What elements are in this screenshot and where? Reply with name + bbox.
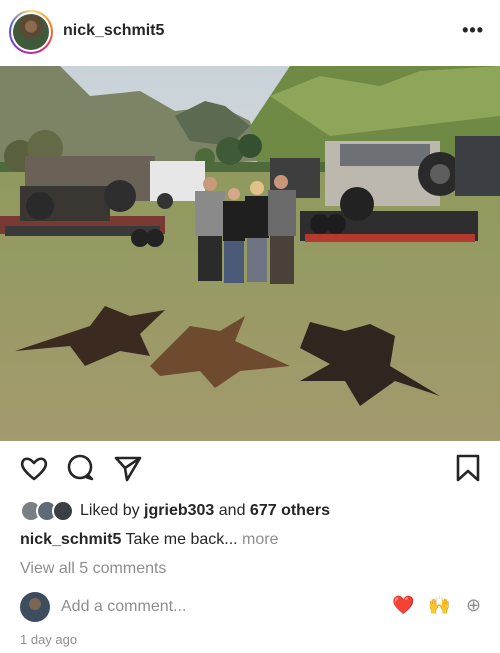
post-actions	[0, 452, 500, 484]
caption-text: Take me back...	[125, 531, 238, 548]
comment-input[interactable]: Add a comment...	[61, 598, 186, 616]
share-send-icon[interactable]	[112, 452, 144, 484]
profile-avatar[interactable]	[9, 10, 53, 54]
bookmark-icon[interactable]	[452, 452, 484, 484]
commenter-avatar	[20, 592, 50, 622]
like-heart-icon[interactable]	[18, 452, 50, 484]
view-all-comments-link[interactable]: View all 5 comments	[20, 560, 166, 578]
others-likes-link[interactable]: 677 others	[250, 502, 330, 519]
avatar-image	[13, 14, 49, 50]
add-comment-row: Add a comment... ❤️ 🙌 ⊕	[20, 592, 490, 622]
post-header: nick_schmit5 •••	[0, 0, 500, 66]
post-photo[interactable]	[0, 66, 500, 441]
caption-username[interactable]: nick_schmit5	[20, 531, 121, 548]
post-timestamp: 1 day ago	[20, 632, 78, 647]
caption-more-link[interactable]: more	[242, 531, 278, 548]
photo-scene	[0, 66, 500, 441]
post-username[interactable]: nick_schmit5	[63, 22, 164, 40]
likes-summary[interactable]: Liked by jgrieb303 and 677 others	[20, 500, 330, 522]
post-caption: nick_schmit5 Take me back... more	[20, 531, 279, 549]
red-heart-reaction-icon[interactable]: ❤️	[392, 595, 414, 616]
raised-hands-reaction-icon[interactable]: 🙌	[428, 595, 450, 616]
liker-avatar	[52, 500, 74, 522]
likes-text: Liked by jgrieb303 and 677 others	[80, 502, 330, 519]
first-liker-link[interactable]: jgrieb303	[144, 502, 214, 519]
add-reaction-icon[interactable]: ⊕	[466, 595, 481, 616]
comment-icon[interactable]	[65, 452, 97, 484]
more-options-icon[interactable]: •••	[462, 20, 484, 41]
